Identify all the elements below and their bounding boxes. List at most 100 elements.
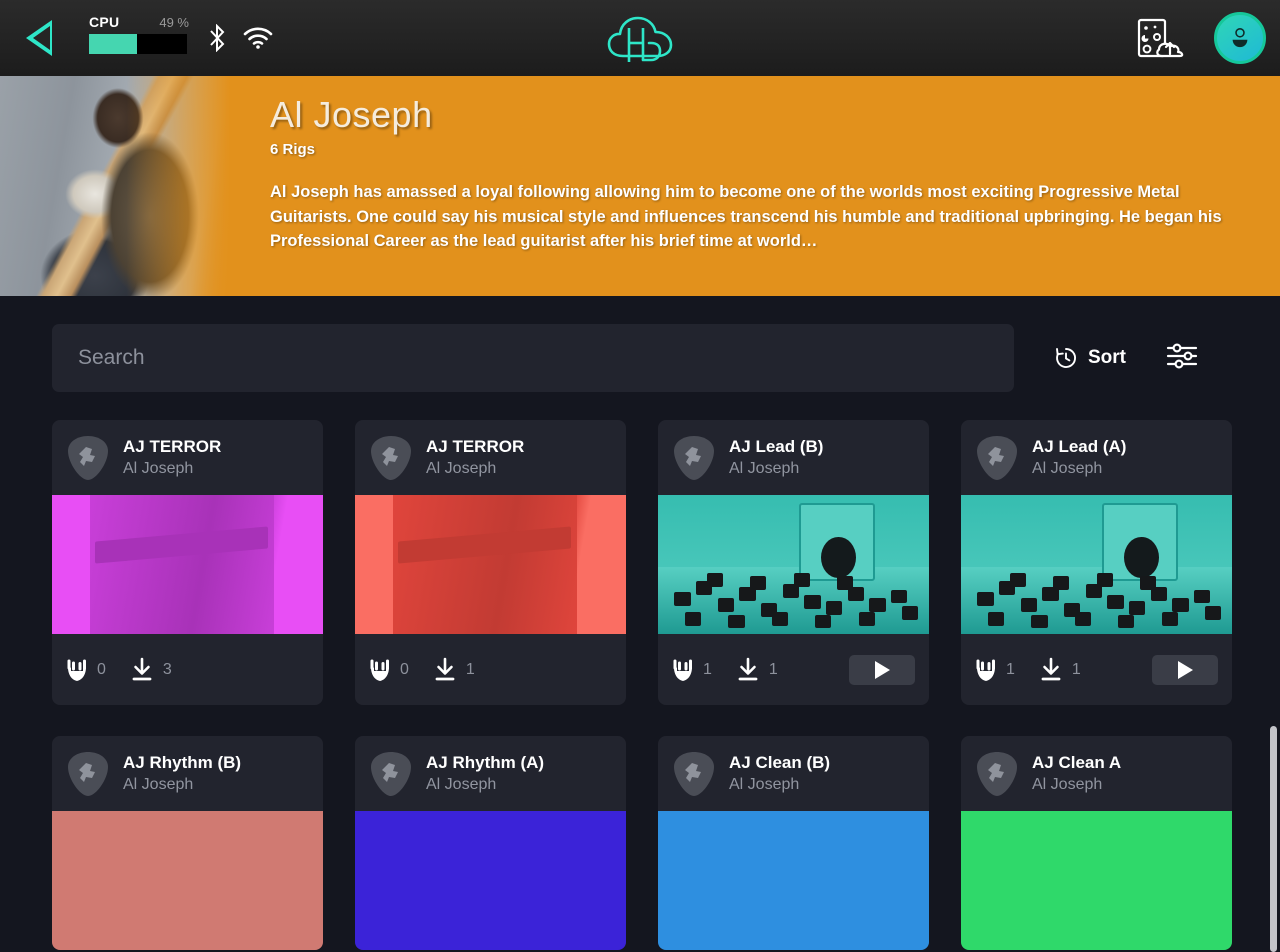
download-count: 1: [1072, 661, 1081, 679]
cpu-label: CPU: [89, 14, 119, 30]
like-stat[interactable]: 1: [975, 658, 1015, 682]
rig-title: AJ TERROR: [426, 437, 524, 457]
pedal-dot: [718, 598, 734, 612]
pedal-dot: [1172, 598, 1188, 612]
pedal-dot: [772, 612, 788, 626]
rig-title: AJ Rhythm (A): [426, 753, 544, 773]
wifi-icon: [243, 27, 273, 49]
pedal-dot: [977, 592, 993, 606]
rig-title: AJ Clean A: [1032, 753, 1121, 773]
rig-card[interactable]: AJ TERROR Al Joseph 0 1: [355, 420, 626, 705]
rig-card[interactable]: AJ Lead (A) Al Joseph 1 1: [961, 420, 1232, 705]
like-stat[interactable]: 0: [369, 658, 409, 682]
download-stat[interactable]: 1: [1039, 657, 1081, 683]
card-titles: AJ TERROR Al Joseph: [426, 437, 524, 478]
like-count: 1: [1006, 661, 1015, 679]
pedal-dot: [1031, 615, 1047, 629]
cpu-bar-fill: [89, 34, 137, 54]
pedal-dot: [1097, 573, 1113, 587]
rig-card[interactable]: AJ TERROR Al Joseph 0 3: [52, 420, 323, 705]
card-titles: AJ Lead (A) Al Joseph: [1032, 437, 1126, 478]
pedal-dot: [1194, 590, 1210, 604]
play-icon: [1178, 661, 1193, 679]
pedal-dot: [794, 573, 810, 587]
artist-info: Al Joseph 6 Rigs Al Joseph has amassed a…: [270, 94, 1256, 254]
pedal-dot: [1021, 598, 1037, 612]
rig-artist: Al Joseph: [729, 460, 823, 478]
rig-card[interactable]: AJ Lead (B) Al Joseph 1 1: [658, 420, 929, 705]
guitar-pick-icon: [672, 750, 716, 798]
pedal-dot: [1010, 573, 1026, 587]
pedal-dot: [685, 612, 701, 626]
pedal-dot: [750, 576, 766, 590]
guitar-pick-icon: [66, 434, 110, 482]
like-stat[interactable]: 0: [66, 658, 106, 682]
pedal-dot: [1162, 612, 1178, 626]
scrollbar-thumb[interactable]: [1270, 726, 1277, 952]
pedal-dot: [902, 606, 918, 620]
rig-card-grid: AJ TERROR Al Joseph 0 3 AJ TERROR Al Jos…: [52, 420, 1234, 950]
sort-button[interactable]: Sort: [1054, 346, 1126, 370]
download-stat[interactable]: 3: [130, 657, 172, 683]
rig-title: AJ Lead (B): [729, 437, 823, 457]
rig-thumbnail: [658, 811, 929, 950]
content-scrollbar[interactable]: [1270, 296, 1280, 800]
download-stat[interactable]: 1: [736, 657, 778, 683]
filter-button[interactable]: [1166, 341, 1200, 376]
guitar-pick-icon: [672, 434, 716, 482]
amp-cabinet: [90, 495, 274, 634]
card-titles: AJ Clean (B) Al Joseph: [729, 753, 830, 794]
rig-artist: Al Joseph: [426, 776, 544, 794]
rig-title: AJ Clean (B): [729, 753, 830, 773]
card-titles: AJ TERROR Al Joseph: [123, 437, 221, 478]
artist-name: Al Joseph: [270, 94, 1256, 135]
rig-artist: Al Joseph: [729, 776, 830, 794]
like-stat[interactable]: 1: [672, 658, 712, 682]
card-footer: 0 1: [355, 634, 626, 705]
search-input[interactable]: [52, 324, 1014, 392]
rig-artist: Al Joseph: [426, 460, 524, 478]
card-footer: 0 3: [52, 634, 323, 705]
sort-label: Sort: [1088, 347, 1126, 369]
rig-title: AJ TERROR: [123, 437, 221, 457]
play-button[interactable]: [849, 655, 915, 685]
pedal-dot: [859, 612, 875, 626]
artist-description: Al Joseph has amassed a loyal following …: [270, 180, 1245, 253]
cpu-bar: [89, 34, 187, 54]
play-button[interactable]: [1152, 655, 1218, 685]
guitar-pick-icon: [369, 750, 413, 798]
rig-title: AJ Lead (A): [1032, 437, 1126, 457]
like-count: 1: [703, 661, 712, 679]
card-titles: AJ Lead (B) Al Joseph: [729, 437, 823, 478]
rock-hand-icon: [369, 658, 391, 682]
pedal-dot: [869, 598, 885, 612]
rig-upload-icon[interactable]: [1136, 18, 1190, 60]
card-footer: 1 1: [961, 634, 1232, 705]
pedal-dot: [1053, 576, 1069, 590]
pedal-dot: [837, 576, 853, 590]
rig-thumbnail: [961, 495, 1232, 634]
download-icon: [130, 657, 154, 683]
rig-card[interactable]: AJ Rhythm (A) Al Joseph: [355, 736, 626, 950]
rig-artist: Al Joseph: [123, 776, 241, 794]
rig-title: AJ Rhythm (B): [123, 753, 241, 773]
download-stat[interactable]: 1: [433, 657, 475, 683]
download-icon: [1039, 657, 1063, 683]
rig-artist: Al Joseph: [123, 460, 221, 478]
pedal-dot: [728, 615, 744, 629]
user-avatar-button[interactable]: [1214, 12, 1266, 64]
download-icon: [433, 657, 457, 683]
pedal-dot: [674, 592, 690, 606]
rig-card[interactable]: AJ Clean (B) Al Joseph: [658, 736, 929, 950]
bluetooth-icon: [207, 24, 227, 52]
rig-browser: Sort AJ TERROR Al Joseph: [0, 296, 1280, 800]
rig-artist: Al Joseph: [1032, 776, 1121, 794]
rig-card[interactable]: AJ Clean A Al Joseph: [961, 736, 1232, 950]
pedal-dot: [988, 612, 1004, 626]
top-bar: CPU 49 %: [0, 0, 1280, 76]
pedal-dot: [891, 590, 907, 604]
artist-photo: [0, 76, 230, 296]
rig-card[interactable]: AJ Rhythm (B) Al Joseph: [52, 736, 323, 950]
rig-artist: Al Joseph: [1032, 460, 1126, 478]
user-avatar-icon: [1227, 25, 1253, 51]
